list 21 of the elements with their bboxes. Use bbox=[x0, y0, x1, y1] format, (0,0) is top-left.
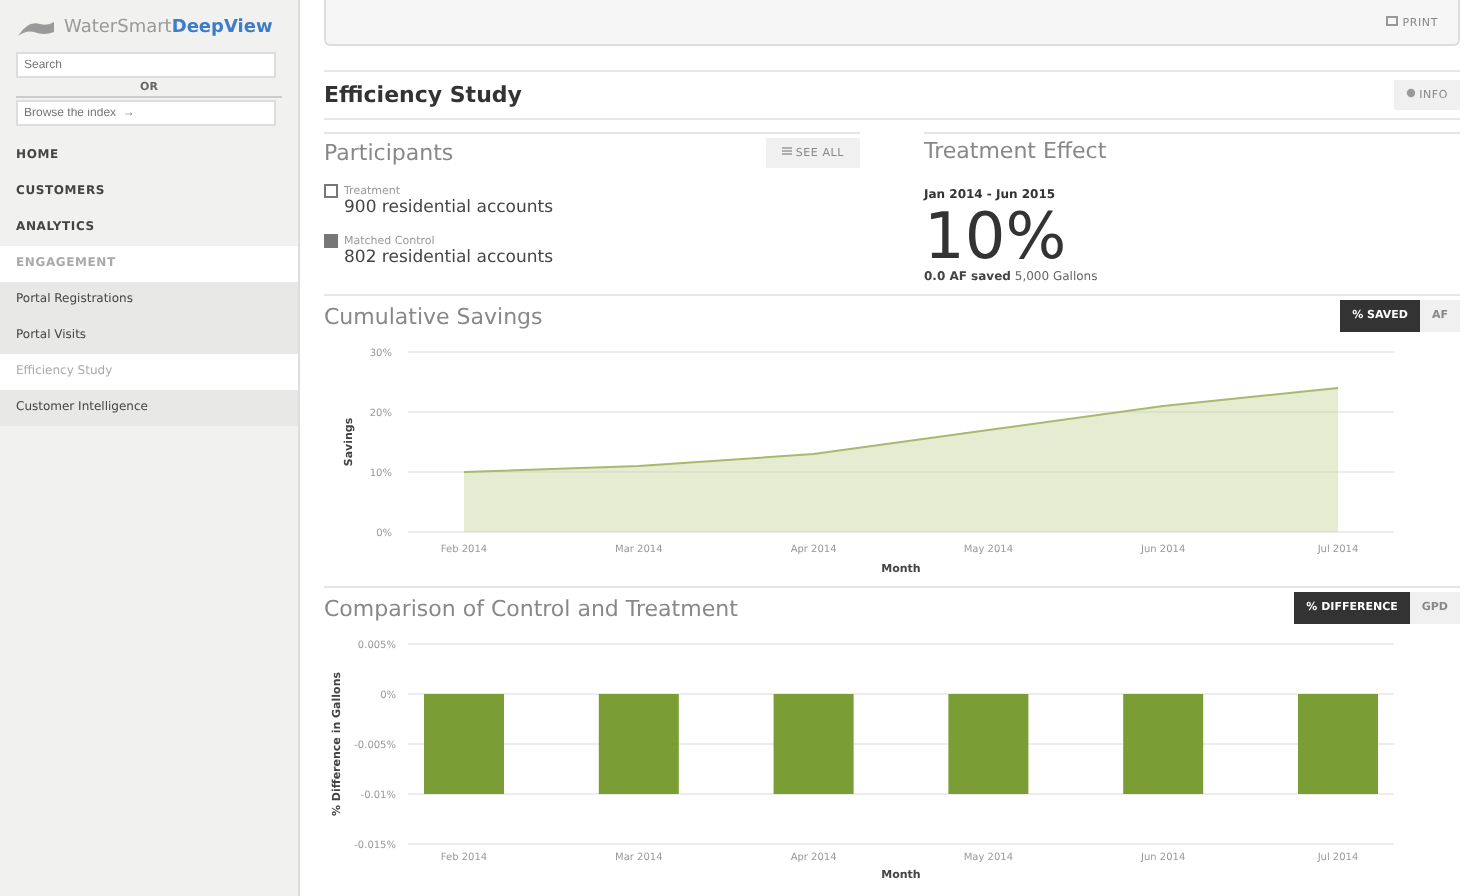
difference-bar bbox=[948, 694, 1029, 794]
section-title: Cumulative Savings bbox=[324, 303, 543, 329]
difference-bar bbox=[773, 694, 854, 794]
group-value: 900 residential accounts bbox=[344, 198, 556, 218]
legend-square-icon bbox=[324, 234, 338, 248]
section-title: Comparison of Control and Treatment bbox=[324, 595, 738, 621]
page-title: Efficiency Study bbox=[324, 82, 522, 108]
effect-percent: 10% bbox=[924, 202, 1067, 270]
difference-bar bbox=[424, 694, 504, 794]
section-title: Treatment Effect bbox=[924, 138, 1107, 164]
legend-square-icon bbox=[324, 184, 338, 198]
water-wave-icon bbox=[16, 16, 56, 40]
info-icon bbox=[1405, 88, 1416, 98]
difference-bar bbox=[598, 694, 679, 794]
printer-icon bbox=[1386, 15, 1399, 25]
difference-bar bbox=[1298, 694, 1378, 794]
list-icon bbox=[781, 146, 792, 156]
logo-text: WaterSmartDeepView bbox=[64, 18, 273, 38]
difference-bar bbox=[1123, 694, 1204, 794]
section-title: Participants bbox=[324, 140, 454, 166]
group-value: 802 residential accounts bbox=[344, 248, 556, 268]
